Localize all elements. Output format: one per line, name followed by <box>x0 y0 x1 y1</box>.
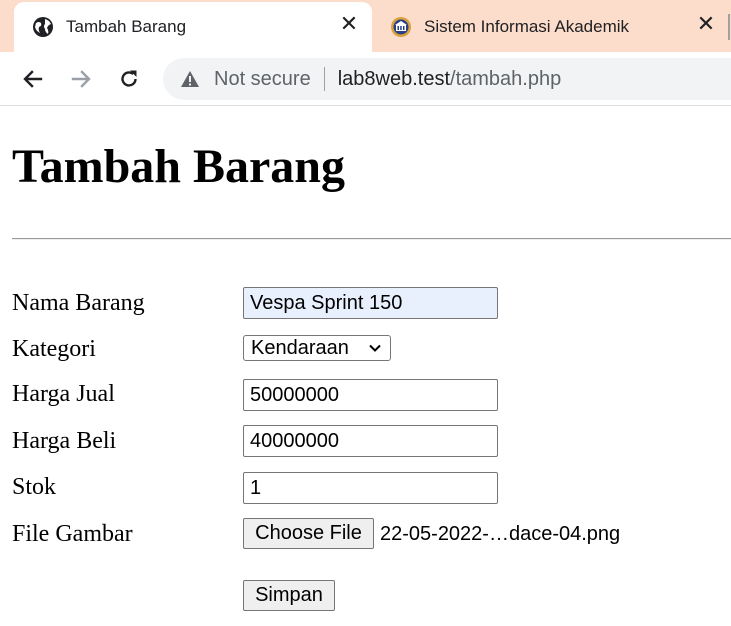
stok-input[interactable] <box>243 472 498 504</box>
tab-title: Tambah Barang <box>66 17 187 36</box>
close-tab-icon[interactable]: ✕ <box>338 14 360 36</box>
harga-jual-label: Harga Jual <box>12 381 115 407</box>
page-title: Tambah Barang <box>12 140 345 193</box>
globe-icon <box>32 16 54 38</box>
forward-button[interactable] <box>65 63 97 95</box>
kategori-selected-value: Kendaraan <box>251 336 349 359</box>
simpan-button[interactable]: Simpan <box>243 580 335 611</box>
horizontal-rule <box>12 238 731 240</box>
address-bar[interactable]: Not secure lab8web.test /tambah.php <box>163 58 731 100</box>
kategori-select[interactable]: Kendaraan <box>243 335 391 361</box>
url-host: lab8web.test <box>337 67 451 90</box>
harga-beli-input[interactable] <box>243 425 498 457</box>
close-tab-icon[interactable]: ✕ <box>695 14 717 36</box>
kategori-label: Kategori <box>12 336 96 362</box>
reload-icon <box>121 70 137 87</box>
browser-toolbar: Not secure lab8web.test /tambah.php <box>0 52 731 105</box>
selected-file-name: 22-05-2022-…dace-04.png <box>380 523 621 545</box>
chevron-down-icon <box>369 344 381 352</box>
nama-barang-input[interactable] <box>243 287 498 319</box>
choose-file-button[interactable]: Choose File <box>243 518 374 549</box>
tab-tambah-barang[interactable]: Tambah Barang ✕ <box>14 2 372 52</box>
back-button[interactable] <box>17 63 49 95</box>
harga-jual-input[interactable] <box>243 379 498 411</box>
warning-icon[interactable] <box>180 69 200 89</box>
forward-arrow-icon <box>71 70 91 88</box>
address-divider <box>323 67 325 91</box>
harga-beli-label: Harga Beli <box>12 428 117 454</box>
file-gambar-label: File Gambar <box>12 521 133 547</box>
nama-barang-label: Nama Barang <box>12 290 145 316</box>
tab-sistem-informasi-akademik[interactable]: Sistem Informasi Akademik ✕ <box>384 2 731 52</box>
reload-button[interactable] <box>113 63 145 95</box>
back-arrow-icon <box>23 70 43 88</box>
tab-strip: Tambah Barang ✕ Sistem Informasi Akademi… <box>0 0 731 52</box>
toolbar-border <box>0 105 731 106</box>
not-secure-label[interactable]: Not secure <box>214 68 311 91</box>
url-path: /tambah.php <box>450 67 562 90</box>
university-logo-icon <box>390 16 412 38</box>
tab-title: Sistem Informasi Akademik <box>424 17 630 36</box>
tab-separator <box>728 14 730 40</box>
stok-label: Stok <box>12 474 57 500</box>
